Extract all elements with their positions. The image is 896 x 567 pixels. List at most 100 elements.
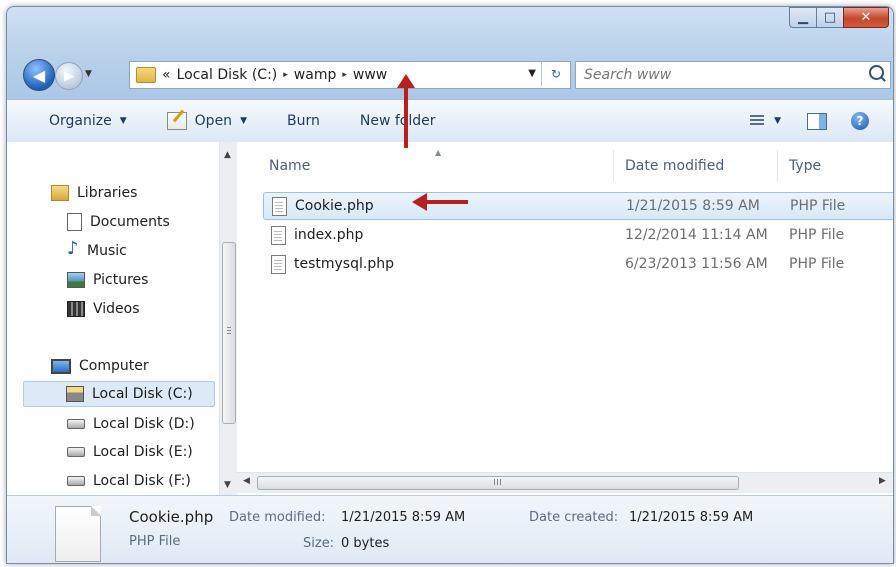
breadcrumb-separator-icon[interactable]: ▸	[283, 70, 288, 80]
file-name: index.php	[294, 227, 364, 243]
search-input[interactable]	[576, 66, 856, 84]
open-file-icon	[166, 112, 187, 130]
search-icon[interactable]	[869, 65, 884, 80]
details-pane: Cookie.php PHP File Date modified: 1/21/…	[7, 495, 893, 563]
chevron-down-icon: ▼	[119, 116, 127, 126]
back-button[interactable]: ◀	[23, 59, 55, 91]
file-list: ▲ Name Date modified Type Cookie.php 1/2…	[237, 142, 893, 495]
scroll-left-arrow-icon[interactable]: ◀	[243, 476, 250, 486]
php-file-large-icon	[55, 506, 101, 562]
column-divider[interactable]	[613, 150, 614, 182]
nav-documents[interactable]: Documents	[67, 209, 170, 235]
scroll-right-arrow-icon[interactable]: ▶	[879, 476, 886, 486]
documents-icon	[67, 213, 82, 231]
organize-label: Organize	[49, 113, 112, 129]
file-type: PHP File	[789, 256, 845, 272]
php-file-icon	[271, 254, 286, 274]
scroll-up-arrow-icon[interactable]: ▲	[224, 150, 231, 160]
organize-button[interactable]: Organize ▼	[49, 113, 127, 129]
search-box[interactable]	[575, 61, 891, 89]
php-file-icon	[272, 196, 287, 216]
nav-music-label: Music	[87, 243, 127, 259]
pictures-icon	[67, 272, 85, 288]
column-divider[interactable]	[777, 150, 778, 182]
nav-computer[interactable]: Computer	[51, 353, 149, 379]
nav-pictures[interactable]: Pictures	[67, 267, 148, 293]
refresh-button[interactable]: ↻	[541, 62, 570, 86]
burn-button[interactable]: Burn	[287, 113, 320, 129]
maximize-button[interactable]: □	[816, 7, 843, 28]
new-folder-label: New folder	[359, 113, 436, 129]
nav-local-disk-f[interactable]: Local Disk (F:)	[67, 468, 191, 494]
disk-drive-icon	[67, 447, 85, 457]
open-button[interactable]: Open ▼	[166, 112, 247, 130]
nav-local-disk-c-label: Local Disk (C:)	[92, 386, 193, 402]
column-header-type[interactable]: Type	[789, 158, 821, 174]
videos-icon	[67, 301, 85, 317]
breadcrumb-www[interactable]: www	[353, 67, 387, 83]
details-created-label: Date created:	[529, 510, 619, 525]
column-header-date-modified[interactable]: Date modified	[625, 158, 724, 174]
horizontal-scroll-thumb[interactable]	[257, 476, 739, 490]
new-folder-button[interactable]: New folder	[360, 113, 436, 129]
navigation-row: ◀ ▶ ▼ « Local Disk (C:) ▸ wamp ▸ www ▼ ↻	[23, 59, 891, 91]
chevron-down-icon: ▼	[240, 116, 247, 126]
breadcrumb-separator-icon[interactable]: ▸	[342, 70, 347, 80]
file-list-horizontal-scrollbar[interactable]: ◀ ▶	[237, 472, 893, 493]
disk-drive-icon	[67, 419, 85, 429]
nav-pane-vertical-scrollbar[interactable]: ▲ ▼	[219, 142, 237, 495]
details-created-value: 1/21/2015 8:59 AM	[629, 510, 754, 525]
folder-icon	[136, 67, 156, 83]
breadcrumb-wamp[interactable]: wamp	[294, 67, 337, 83]
arrow-left-icon: ◀	[32, 65, 46, 85]
caption-buttons: ▁ □ ✕	[789, 7, 889, 28]
command-bar: Organize ▼ Open ▼ Burn New folder ▼ ?	[7, 99, 893, 143]
nav-computer-label: Computer	[79, 358, 149, 374]
file-row-cookie[interactable]: Cookie.php 1/21/2015 8:59 AM PHP File	[263, 192, 893, 220]
scroll-down-arrow-icon[interactable]: ▼	[224, 480, 231, 490]
file-date-modified: 1/21/2015 8:59 AM	[626, 198, 760, 214]
help-icon[interactable]: ?	[851, 112, 869, 130]
nav-local-disk-e[interactable]: Local Disk (E:)	[67, 439, 193, 465]
view-options-icon[interactable]	[750, 115, 765, 127]
computer-icon	[51, 358, 71, 374]
nav-music[interactable]: Music	[67, 238, 127, 264]
php-file-icon	[271, 225, 286, 245]
breadcrumb-overflow[interactable]: «	[162, 67, 171, 83]
address-dropdown-icon[interactable]: ▼	[528, 68, 536, 79]
file-date-modified: 12/2/2014 11:14 AM	[625, 227, 768, 243]
file-date-modified: 6/23/2013 11:56 AM	[625, 256, 768, 272]
sort-ascending-icon: ▲	[435, 148, 442, 157]
details-modified-value: 1/21/2015 8:59 AM	[341, 510, 466, 525]
file-row-index[interactable]: index.php 12/2/2014 11:14 AM PHP File	[263, 222, 893, 248]
recent-pages-dropdown[interactable]: ▼	[85, 69, 92, 79]
nav-videos[interactable]: Videos	[67, 296, 140, 322]
vertical-scroll-thumb[interactable]	[222, 242, 236, 424]
file-type: PHP File	[789, 227, 845, 243]
details-size-label: Size:	[303, 536, 335, 551]
nav-local-disk-e-label: Local Disk (E:)	[93, 444, 193, 460]
preview-pane-icon[interactable]	[807, 112, 827, 130]
column-header-name[interactable]: Name	[269, 158, 310, 174]
breadcrumb-local-disk-c[interactable]: Local Disk (C:)	[177, 67, 278, 83]
details-file-name: Cookie.php	[129, 508, 214, 526]
nav-local-disk-c[interactable]: Local Disk (C:)	[23, 381, 215, 407]
nav-libraries-label: Libraries	[77, 185, 138, 201]
nav-local-disk-d[interactable]: Local Disk (D:)	[67, 411, 195, 437]
view-options-dropdown-icon[interactable]: ▼	[774, 116, 781, 126]
minimize-button[interactable]: ▁	[789, 7, 816, 28]
nav-libraries[interactable]: Libraries	[51, 180, 137, 206]
toolbar-right-group: ▼ ?	[750, 100, 893, 142]
explorer-window: ▁ □ ✕ ◀ ▶ ▼ « Local Disk (C:) ▸ wamp ▸ w…	[6, 6, 894, 564]
open-label: Open	[194, 113, 233, 129]
system-disk-icon	[66, 386, 84, 402]
close-button[interactable]: ✕	[843, 7, 889, 28]
music-icon	[67, 238, 79, 259]
navigation-pane: Libraries Documents Music Pictures Video…	[7, 142, 226, 495]
file-name: testmysql.php	[294, 256, 394, 272]
annotation-arrow-left-icon	[412, 193, 468, 211]
address-bar[interactable]: « Local Disk (C:) ▸ wamp ▸ www ▼ ↻	[129, 61, 571, 89]
forward-button[interactable]: ▶	[55, 62, 83, 90]
annotation-arrow-up-icon	[397, 74, 415, 148]
file-row-testmysql[interactable]: testmysql.php 6/23/2013 11:56 AM PHP Fil…	[263, 251, 893, 277]
